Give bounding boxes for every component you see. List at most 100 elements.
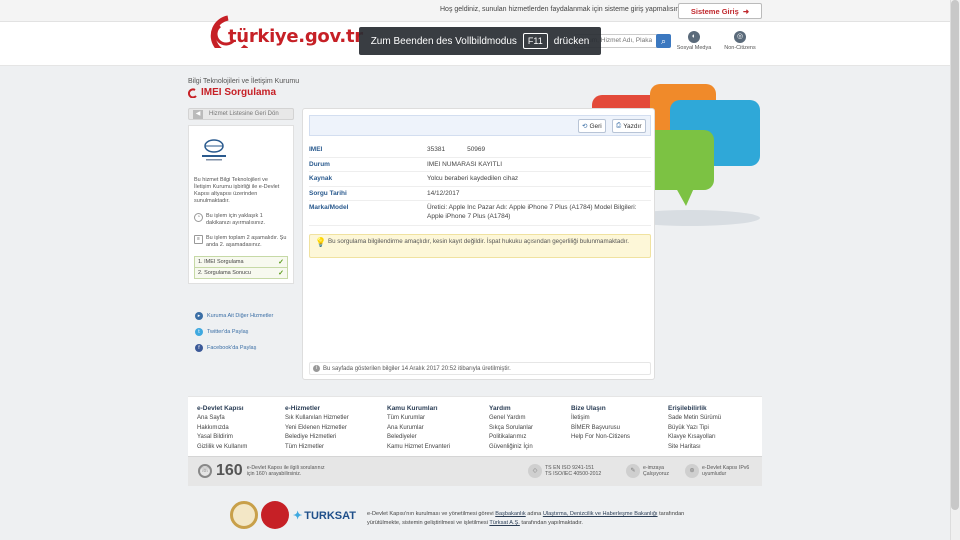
operator-statement: e-Devlet Kapısı'nın kurulması ve yönetil…	[367, 511, 685, 526]
clock-icon: ◔	[194, 213, 203, 222]
page-title: IMEI Sorgulama	[188, 87, 276, 98]
facebook-share-link[interactable]: f Facebook'da Paylaş	[195, 340, 294, 356]
login-button[interactable]: Sisteme Giriş ➜	[678, 3, 762, 19]
footer-link[interactable]: Belediye Hizmetleri	[285, 433, 349, 443]
logo-text[interactable]: türkiye.gov.tr	[228, 26, 363, 47]
table-row: Marka/Model Üretici: Apple Inc Pazar Adı…	[309, 201, 651, 226]
footer-col-ehizmetler: e-Hizmetler Sık Kullanılan Hizmetler Yen…	[285, 404, 349, 453]
footer-link[interactable]: BİMER Başvurusu	[571, 424, 630, 434]
result-table: IMEI 35381 50969 Durum IMEI NUMARASI KAYI…	[309, 143, 651, 226]
esignature-badge[interactable]: ✎ e-imzaya Çalışıyoruz	[626, 464, 669, 478]
service-description: Bu hizmet Bilgi Teknolojileri ve İletişi…	[194, 177, 280, 204]
service-info-panel: Bu hizmet Bilgi Teknolojileri ve İletişi…	[188, 125, 294, 284]
services-icon: ▸	[195, 312, 203, 320]
other-services-link[interactable]: ▸ Kuruma Ait Diğer Hizmetler	[195, 308, 294, 324]
ministry-link[interactable]: Ulaştırma, Denizcilik ve Haberleşme Baka…	[543, 511, 658, 517]
query-date-label: Sorgu Tarihi	[309, 189, 347, 197]
footer-link[interactable]: Genel Yardım	[489, 414, 533, 424]
turksat-link[interactable]: Türksat A.Ş.	[489, 520, 519, 526]
back-to-list-button[interactable]: ◀ Hizmet Listesine Geri Dön	[188, 108, 294, 120]
call-center-160[interactable]: ☏ 160 e-Devlet Kapısı ile ilgili sorular…	[198, 462, 329, 480]
status-value: IMEI NUMARASI KAYITLI	[427, 160, 503, 168]
footer-link[interactable]: Yasal Bildirim	[197, 433, 247, 443]
footer-col-erisilebilirlik: Erişilebilirlik Sade Metin Sürümü Büyük …	[668, 404, 721, 453]
login-icon: ➜	[742, 6, 750, 16]
footer-link[interactable]: Tüm Hizmetler	[285, 443, 349, 453]
phone-icon: ☏	[198, 464, 212, 478]
organization-name: Bilgi Teknolojileri ve İletişim Kurumu	[188, 78, 300, 85]
check-icon: ✓	[278, 259, 284, 266]
source-value: Yolcu beraberi kaydedilen cihaz	[427, 175, 519, 182]
footer-link[interactable]: Sık Kullanılan Hizmetler	[285, 414, 349, 424]
table-row: Durum IMEI NUMARASI KAYITLI	[309, 158, 651, 172]
footer-link[interactable]: Belediyeler	[387, 433, 450, 443]
social-media-link[interactable]: ◐ Sosyal Medya	[674, 31, 714, 51]
footer-link[interactable]: Klavye Kısayolları	[668, 433, 721, 443]
printer-icon: ⎙	[616, 122, 622, 129]
footer-link[interactable]: Hakkımızda	[197, 424, 247, 434]
brand-model-label: Marka/Model	[309, 204, 349, 211]
footer-link[interactable]: İletişim	[571, 414, 630, 424]
table-row: Kaynak Yolcu beraberi kaydedilen cihaz	[309, 172, 651, 187]
globe-icon: ◎	[734, 31, 746, 43]
login-label: Sisteme Giriş	[690, 6, 739, 16]
footer-link[interactable]: Sade Metin Sürümü	[668, 414, 721, 424]
footer-link[interactable]: Güvenliğiniz İçin	[489, 443, 533, 453]
footer-link[interactable]: Ana Sayfa	[197, 414, 247, 424]
footer-link[interactable]: Gizlilik ve Kullanım	[197, 443, 247, 453]
footer-link[interactable]: Politikalarımız	[489, 433, 533, 443]
table-row: Sorgu Tarihi 14/12/2017	[309, 187, 651, 201]
lightbulb-icon: 💡	[315, 237, 327, 247]
back-arrow-icon: ⟲	[582, 123, 588, 130]
page-scrollbar[interactable]	[950, 0, 960, 540]
basbakanlik-link[interactable]: Başbakanlık	[495, 511, 525, 517]
status-label: Durum	[309, 160, 330, 168]
twitter-icon: t	[195, 328, 203, 336]
top-bar: Hoş geldiniz, sunulan hizmetlerden fayda…	[0, 0, 950, 22]
edevlet-icon	[188, 87, 197, 98]
footer-link[interactable]: Help For Non-Citizens	[571, 433, 630, 443]
footer-link[interactable]: Yeni Eklenen Hizmetler	[285, 424, 349, 434]
ministry-logo-icon	[261, 501, 289, 529]
footer-col-yardim: Yardım Genel Yardım Sıkça Sorulanlar Pol…	[489, 404, 533, 453]
footer-col-edevlet: e-Devlet Kapısı Ana Sayfa Hakkımızda Yas…	[197, 404, 247, 453]
footer-link[interactable]: Kamu Hizmet Envanteri	[387, 443, 450, 453]
search-button[interactable]: ⌕	[656, 34, 671, 48]
source-label: Kaynak	[309, 175, 333, 182]
ipv6-badge: ⊛ e-Devlet Kapısı IPv6 uyumludur	[685, 464, 749, 478]
brand-model-value: Üretici: Apple Inc Pazar Adı: Apple iPho…	[427, 204, 637, 220]
generated-note: i Bu sayfada gösterilen bilgiler 14 Aral…	[309, 362, 651, 375]
search-icon: ⌕	[660, 36, 667, 46]
footer-link[interactable]: Tüm Kurumlar	[387, 414, 450, 424]
facebook-icon: f	[195, 344, 203, 352]
non-citizens-link[interactable]: ◎ Non-Citizens	[720, 31, 760, 51]
fullscreen-notice: Zum Beenden des Vollbildmodus F11 drücke…	[359, 27, 601, 55]
print-button[interactable]: ⎙ Yazdır	[612, 119, 646, 133]
result-toolbar: ⟲ Geri ⎙ Yazdır	[309, 115, 651, 136]
sidebar: ◀ Hizmet Listesine Geri Dön Bu hizmet Bi…	[188, 108, 294, 378]
footer-links: e-Devlet Kapısı Ana Sayfa Hakkımızda Yas…	[188, 396, 762, 456]
result-panel: ⟲ Geri ⎙ Yazdır IMEI 35381 50969 Durum IM…	[302, 108, 655, 380]
turksat-logo[interactable]: ✦ TURKSAT	[293, 509, 356, 523]
step-item: 2. Sorgulama Sonucu ✓	[194, 267, 288, 279]
footer-link[interactable]: Ana Kurumlar	[387, 424, 450, 434]
twitter-share-link[interactable]: t Twitter'da Paylaş	[195, 324, 294, 340]
footer-link[interactable]: Site Haritası	[668, 443, 721, 453]
footer-col-iletisim: Bize Ulaşın İletişim BİMER Başvurusu Hel…	[571, 404, 630, 443]
info-icon: i	[313, 365, 320, 372]
table-row: IMEI 35381 50969	[309, 143, 651, 158]
sidebar-links: ▸ Kuruma Ait Diğer Hizmetler t Twitter'd…	[188, 308, 294, 356]
f11-key: F11	[522, 33, 548, 49]
warning-box: 💡 Bu sorgulama bilgilendirme amaçlıdır, …	[309, 234, 651, 258]
query-date-value: 14/12/2017	[427, 189, 460, 197]
share-icon: ◐	[688, 31, 700, 43]
footer-col-kurumlar: Kamu Kurumları Tüm Kurumlar Ana Kurumlar…	[387, 404, 450, 453]
footer-link[interactable]: Sıkça Sorulanlar	[489, 424, 533, 434]
iso-icon: ◇	[528, 464, 542, 478]
back-button[interactable]: ⟲ Geri	[578, 119, 606, 133]
scrollbar-thumb[interactable]	[951, 0, 959, 510]
footer-link[interactable]: Büyük Yazı Tipi	[668, 424, 721, 434]
steps-icon: ≡	[194, 235, 203, 244]
ipv6-icon: ⊛	[685, 464, 699, 478]
btk-logo-icon	[202, 139, 226, 161]
